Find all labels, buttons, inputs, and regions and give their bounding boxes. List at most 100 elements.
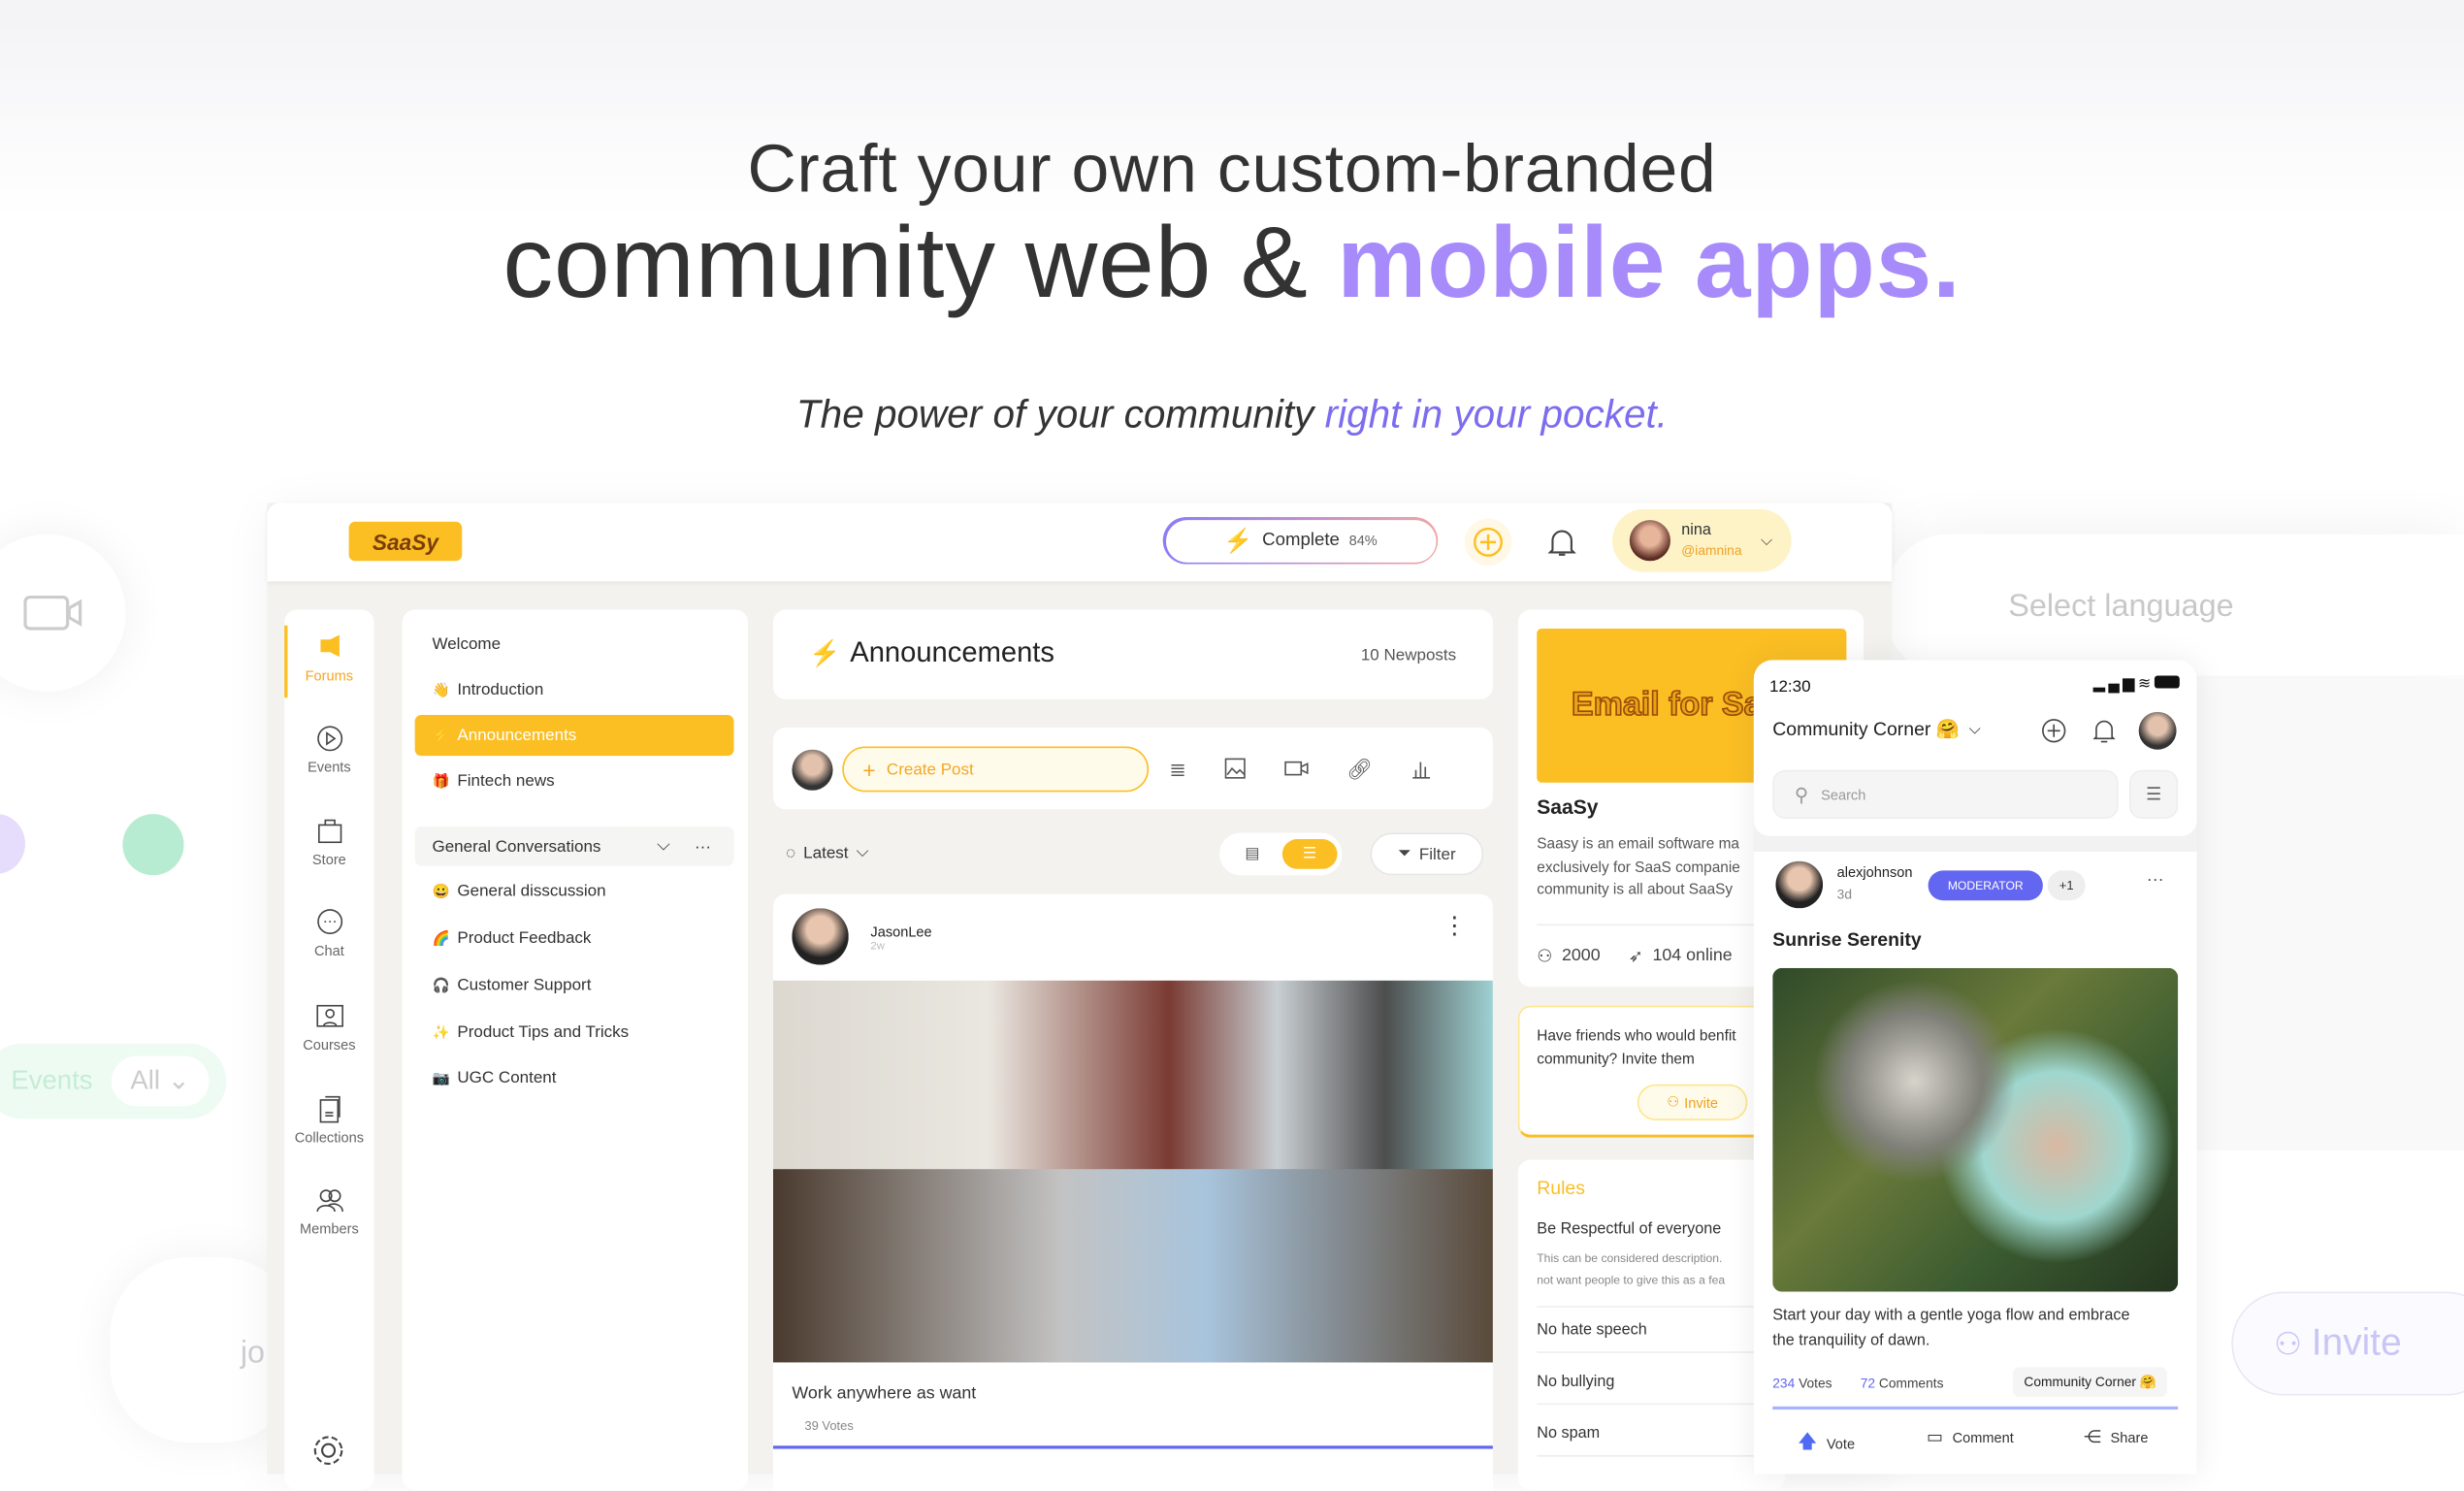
author-name[interactable]: JasonLee [870,924,931,940]
post-time: 3d [1836,886,1853,902]
channel-product-tips-and-tricks[interactable]: ✨ Product Tips and Tricks [415,1012,734,1053]
nav-label: Store [311,851,346,868]
bell-icon[interactable] [2091,717,2117,745]
channel-customer-support[interactable]: 🎧 Customer Support [415,965,734,1006]
share-button[interactable]: ⋲ Share [2084,1427,2148,1446]
post-text-line: Start your day with a gentle yoga flow a… [1772,1307,2130,1325]
create-post-input[interactable]: + Create Post [842,746,1150,793]
video-icon[interactable] [1283,758,1309,780]
nav-label: Collections [294,1129,365,1146]
more-badges[interactable]: +1 [2047,870,2086,901]
avatar[interactable] [2138,711,2177,750]
channel-label: Product Tips and Tricks [457,1022,630,1042]
compact-view-icon[interactable]: ▤ [1232,842,1273,865]
text-icon[interactable]: ≣ [1169,758,1186,783]
filter-icon: ⏷ [1398,843,1411,863]
filter-button[interactable]: ☰ [2128,769,2179,819]
channel-title-text: Announcements [850,636,1054,668]
votes-label: Votes [1799,1375,1832,1391]
author-avatar [792,908,849,965]
post-stats: 234 Votes 72 Comments [1772,1375,1943,1390]
channel-general-disscussion[interactable]: 😀 General disscussion [415,870,734,911]
events-label: Events [11,1065,93,1096]
filter-button[interactable]: ⏷ Filter [1370,832,1484,876]
card-view-icon[interactable]: ☰ [1281,839,1338,869]
mobile-app: 12:30 ▂▄▆≋ Community Corner 🤗 ⌵ ⚲ Search ☰… [1753,660,2197,1475]
channel-label: UGC Content [457,1068,557,1087]
desc-line: community is all about SaaSy [1537,881,1734,899]
post-caption: Work anywhere as want [792,1384,977,1404]
bg-events-filter: Events All ⌄ [0,1043,227,1119]
view-toggle: ▤ ☰ [1219,832,1343,876]
channel-emoji-icon: 📷 [432,1069,450,1086]
status-icons: ▂▄▆≋ [2093,675,2180,693]
poll-icon[interactable] [1410,758,1433,780]
search-input[interactable]: ⚲ Search [1772,769,2119,819]
nav-item-events[interactable]: Events [284,725,373,775]
subtitle-highlight: right in your pocket. [1324,392,1669,438]
more-icon[interactable]: ··· [2147,870,2164,889]
battery-icon [2154,675,2180,689]
post-image [772,980,1493,1363]
rule-desc: This can be considered description. not w… [1537,1248,1757,1291]
member-count: 2000 [1561,946,1601,965]
community-name: SaaSy [1537,794,1599,819]
desc-line: exclusively for SaaS companie [1537,859,1740,877]
add-button[interactable] [1464,518,1512,567]
plus-circle-icon[interactable] [2041,718,2066,743]
community-switcher[interactable]: Community Corner 🤗 ⌵ [1772,718,1981,740]
video-icon [23,595,82,631]
link-icon[interactable]: 🔗︎ [1346,758,1373,783]
sort-dropdown[interactable]: ◌ Latest ⌵ [786,842,869,862]
subtitle-text: The power of your community [795,392,1325,438]
nav-item-members[interactable]: Members [284,1186,373,1237]
comment-button[interactable]: ▭ Comment [1927,1427,2014,1446]
settings-button[interactable] [309,1432,347,1470]
chat-icon [316,909,342,935]
community-stats: ⚇ 2000 ➶ 104 online [1537,946,1732,966]
community-tag[interactable]: Community Corner 🤗 [2013,1367,2168,1398]
post-title: Sunrise Serenity [1772,928,1922,952]
rule-desc-line: This can be considered description. [1537,1250,1723,1266]
channel-emoji-icon: 😀 [432,882,450,898]
filter-label: Filter [1418,844,1456,864]
channel-introduction[interactable]: 👋 Introduction [415,669,734,710]
collections-icon [318,1095,340,1123]
chevron-down-icon[interactable]: ⌵ [657,836,670,857]
bag-icon [317,819,341,844]
notifications-button[interactable] [1544,523,1579,561]
vote-label: Vote [1826,1435,1856,1451]
channel-emoji-icon: 🎁 [432,772,450,789]
vote-button[interactable]: 🡅 Vote [1798,1427,1855,1460]
welcome-heading: Welcome [432,634,502,654]
channel-product-feedback[interactable]: 🌈 Product Feedback [415,918,734,958]
nav-item-collections[interactable]: Collections [284,1095,373,1146]
channel-label: Announcements [457,726,577,745]
hero-highlight: mobile apps. [1337,206,1961,319]
author-name[interactable]: alexjohnson [1837,864,1913,880]
invite-button[interactable]: ⚇ Invite [1637,1084,1748,1120]
nav-item-chat[interactable]: Chat [284,908,373,958]
more-icon[interactable]: ··· [695,837,711,856]
mobile-post[interactable]: alexjohnson 3d MODERATOR +1 ··· Sunrise … [1753,851,2197,1475]
image-icon[interactable] [1224,758,1247,780]
divider [1772,1406,2179,1410]
cursor-icon: ➶ [1628,947,1643,967]
channel-fintech-news[interactable]: 🎁 Fintech news [415,761,734,801]
channel-ugc-content[interactable]: 📷 UGC Content [415,1057,734,1098]
complete-percent: 84% [1348,533,1378,549]
channel-announcements[interactable]: ⚡ Announcements [414,715,734,757]
nav-item-store[interactable]: Store [284,817,373,867]
invite-line: Have friends who would benfit [1537,1027,1736,1046]
complete-profile-button[interactable]: ⚡ Complete 84% [1162,516,1439,565]
nav-item-forums[interactable]: Forums [284,633,373,684]
more-vertical-icon[interactable]: ⋮ [1443,915,1466,938]
user-plus-icon: ⚇ [1667,1093,1680,1110]
divider [1537,924,1758,926]
chevron-down-icon: ⌵ [1968,720,1981,738]
nav-item-courses[interactable]: Courses [284,1002,373,1053]
logo[interactable]: SaaSy [348,521,463,562]
post-card[interactable]: JasonLee 2w ⋮ Work anywhere as want 39 V… [772,893,1493,1491]
user-menu[interactable]: nina @iamnina ⌵ [1612,508,1792,572]
group-general-conversations[interactable]: General Conversations ⌵ ··· [414,827,734,866]
